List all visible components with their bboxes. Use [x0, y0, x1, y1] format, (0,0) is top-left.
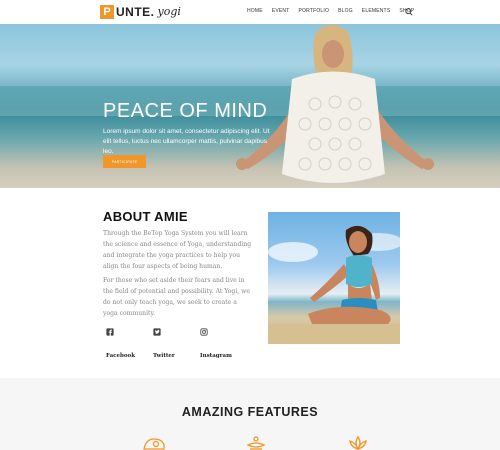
hero-title: PEACE OF MIND	[103, 100, 268, 122]
social-label-twitter: Twitter	[153, 353, 175, 359]
nav-item-event[interactable]: EVENT	[272, 8, 290, 14]
nav-item-home[interactable]: HOME	[247, 8, 263, 14]
search-icon[interactable]	[405, 8, 413, 16]
site-header: P UNTE. yogi HOME EVENT PORTFOLIO BLOG E…	[0, 0, 500, 24]
participate-button[interactable]: PARTICIPATE	[103, 155, 146, 168]
about-title: ABOUT AMIE	[103, 209, 188, 224]
social-instagram[interactable]: Instagram	[200, 328, 240, 362]
nav-item-blog[interactable]: BLOG	[338, 8, 353, 14]
lotus-icon	[349, 435, 367, 450]
about-paragraph-1: Through the BeTop Yoga System you will l…	[103, 230, 252, 270]
logo-letter-box: P	[100, 4, 114, 19]
hero-banner: PEACE OF MIND Lorem ipsum dolor sit amet…	[0, 24, 500, 188]
yoga-woman-illustration	[268, 225, 400, 344]
social-twitter[interactable]: Twitter	[153, 328, 193, 362]
social-label-instagram: Instagram	[200, 353, 232, 359]
social-facebook[interactable]: Facebook	[106, 328, 146, 362]
features-section: AMAZING FEATURES	[0, 378, 500, 450]
features-title: AMAZING FEATURES	[181, 405, 319, 419]
about-paragraph-2: For those who set aside their fears and …	[103, 277, 250, 317]
nav-item-elements[interactable]: ELEMENTS	[362, 8, 391, 14]
logo-text: UNTE.	[116, 4, 155, 19]
hero-description: Lorem ipsum dolor sit amet, consectetur …	[103, 128, 270, 155]
meditation-bowl-icon	[246, 436, 266, 450]
main-nav: HOME EVENT PORTFOLIO BLOG ELEMENTS SHOP	[247, 8, 414, 14]
yoga-mat-icon	[143, 438, 165, 450]
twitter-icon	[153, 328, 161, 336]
instagram-icon	[200, 328, 208, 336]
about-yoga-photo	[268, 212, 400, 344]
facebook-icon	[106, 328, 114, 336]
social-label-facebook: Facebook	[106, 353, 136, 359]
nav-item-portfolio[interactable]: PORTFOLIO	[298, 8, 329, 14]
logo-script: yogi	[157, 5, 181, 18]
site-logo[interactable]: P UNTE. yogi	[100, 3, 181, 20]
